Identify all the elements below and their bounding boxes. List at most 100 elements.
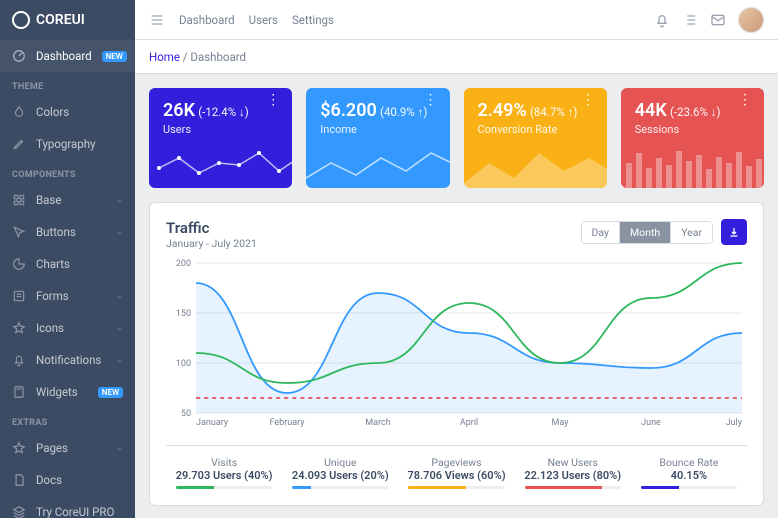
bell-icon[interactable] [654,12,670,28]
sidebar: COREUI Dashboard NEW THEME Colors Typogr… [0,0,135,518]
sidebar-item-label: Widgets [36,385,78,399]
svg-text:January: January [196,418,229,428]
metric-value: 40.15% [631,469,747,482]
envelope-icon[interactable] [710,12,726,28]
sidebar-item-label: Typography [36,137,96,151]
download-icon [728,226,740,238]
metric-bar [292,486,388,489]
options-icon[interactable]: ⋮ [266,98,280,104]
metric-bar [641,486,737,489]
period-toggle: Day Month Year [581,221,714,244]
stat-value: $6.200 [320,100,377,121]
metric-value: 22.123 Users (80%) [515,469,631,482]
sidebar-title-components: COMPONENTS [0,160,135,184]
pencil-icon [12,137,26,151]
topnav-settings[interactable]: Settings [292,13,334,27]
topnav-dashboard[interactable]: Dashboard [179,13,235,27]
sidebar-item-buttons[interactable]: Buttons ⌄ [0,216,135,248]
sidebar-item-icons[interactable]: Icons⌄ [0,312,135,344]
star-icon [12,441,26,455]
cursor-icon [12,225,26,239]
options-icon[interactable]: ⋮ [581,98,595,104]
stat-sub: (84.7% ↑) [530,105,577,119]
stat-sub: (-12.4% ↓) [198,105,249,119]
metric-value: 78.706 Views (60%) [398,469,514,482]
sidebar-item-label: Buttons [36,225,76,239]
metric-0: Visits29.703 Users (40%) [166,456,282,489]
brand-text: COREUI [36,12,85,28]
sparkline [306,143,449,188]
sidebar-item-forms[interactable]: Forms⌄ [0,280,135,312]
metric-1: Unique24.093 Users (20%) [282,456,398,489]
badge-new: NEW [98,387,123,398]
options-icon[interactable]: ⋮ [424,98,438,104]
sidebar-title-extras: EXTRAS [0,408,135,432]
metric-bar [525,486,621,489]
calculator-icon [12,385,26,399]
svg-text:June: June [641,418,661,428]
traffic-title: Traffic [166,219,257,237]
svg-text:50: 50 [181,409,191,419]
sidebar-item-label: Notifications [36,353,101,367]
svg-text:March: March [365,418,390,428]
metric-label: Visits [166,456,282,469]
sidebar-item-label: Pages [36,441,68,455]
svg-text:July: July [726,418,743,428]
sidebar-item-charts[interactable]: Charts [0,248,135,280]
metric-label: Unique [282,456,398,469]
list-icon[interactable] [682,12,698,28]
options-icon[interactable]: ⋮ [738,98,752,104]
sidebar-item-pages[interactable]: Pages ⌄ [0,432,135,464]
sidebar-item-dashboard[interactable]: Dashboard NEW [0,40,135,72]
chevron-down-icon: ⌄ [115,227,123,237]
sidebar-item-widgets[interactable]: Widgets NEW [0,376,135,408]
main: Dashboard Users Settings Home / Dashboar… [135,0,778,518]
traffic-period: January - July 2021 [166,237,257,250]
puzzle-icon [12,193,26,207]
stat-value: 26K [163,100,195,121]
stat-label: Users [163,123,278,136]
svg-text:February: February [270,418,306,428]
sidebar-item-label: Dashboard [36,49,92,63]
topbar-right [654,7,764,33]
metric-4: Bounce Rate40.15% [631,456,747,489]
breadcrumb-page: Dashboard [190,50,246,64]
metric-value: 29.703 Users (40%) [166,469,282,482]
chevron-down-icon: ⌄ [115,195,123,205]
svg-text:200: 200 [176,259,191,269]
stat-conversion: ⋮ 2.49% (84.7% ↑) Conversion Rate [464,88,607,188]
badge-new: NEW [102,51,127,62]
metric-label: Bounce Rate [631,456,747,469]
sidebar-item-notifications[interactable]: Notifications⌄ [0,344,135,376]
chevron-down-icon: ⌄ [115,443,123,453]
traffic-actions: Day Month Year [581,219,748,245]
breadcrumb-home[interactable]: Home [149,50,180,64]
period-day[interactable]: Day [582,222,621,243]
svg-text:May: May [552,418,570,428]
stat-label: Conversion Rate [478,123,593,136]
stat-sessions: ⋮ 44K (-23.6% ↓) Sessions [621,88,764,188]
sidebar-item-docs[interactable]: Docs [0,464,135,496]
period-year[interactable]: Year [671,222,712,243]
layers-icon [12,505,26,518]
period-month[interactable]: Month [620,222,671,243]
menu-icon[interactable] [149,12,165,28]
sidebar-item-label: Colors [36,105,69,119]
traffic-head: Traffic January - July 2021 Day Month Ye… [166,219,747,250]
top-nav: Dashboard Users Settings [179,13,334,27]
download-button[interactable] [721,219,747,245]
topnav-users[interactable]: Users [249,13,278,27]
sidebar-item-base[interactable]: Base ⌄ [0,184,135,216]
chevron-down-icon: ⌄ [115,291,123,301]
notes-icon [12,289,26,303]
avatar[interactable] [738,7,764,33]
sidebar-item-typography[interactable]: Typography [0,128,135,160]
metric-bar [408,486,504,489]
sidebar-item-label: Icons [36,321,64,335]
sidebar-item-pro[interactable]: Try CoreUI PRO [0,496,135,518]
sidebar-title-theme: THEME [0,72,135,96]
sparkline [149,143,292,188]
sidebar-item-label: Base [36,193,61,207]
sidebar-item-colors[interactable]: Colors [0,96,135,128]
content: ⋮ 26K (-12.4% ↓) Users ⋮ $6.200 (40.9% ↑… [135,74,778,518]
